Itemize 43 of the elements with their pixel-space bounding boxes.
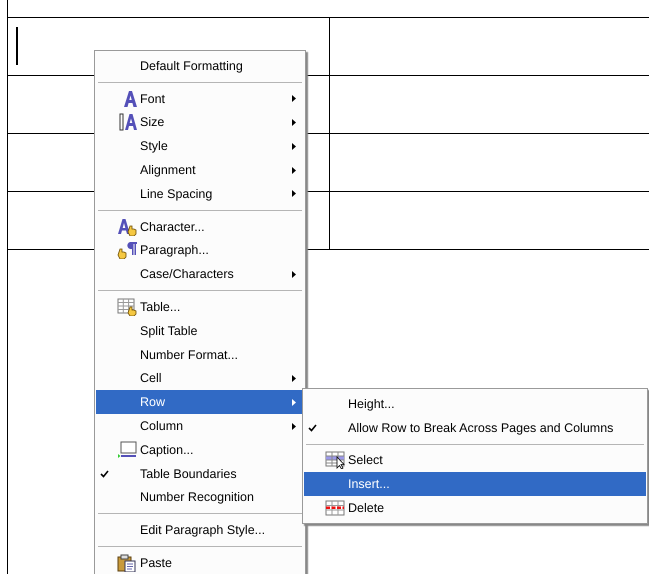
menu-item[interactable]: Number Recognition [96, 486, 304, 510]
submenu-arrow-icon [292, 118, 296, 126]
submenu-arrow-icon [292, 166, 296, 174]
menu-item[interactable]: Allow Row to Break Across Pages and Columns [304, 416, 646, 440]
menu-item[interactable]: Column [96, 414, 304, 438]
submenu-arrow-icon [292, 270, 296, 278]
menu-item[interactable]: Edit Paragraph Style... [96, 518, 304, 542]
menu-item[interactable]: Caption... [96, 438, 304, 462]
submenu-arrow-icon [292, 142, 296, 150]
menu-item[interactable]: Font [96, 86, 304, 111]
menu-item[interactable]: Alignment [96, 158, 304, 182]
table-select-icon [325, 451, 347, 470]
menu-item[interactable]: Default Formatting [96, 54, 304, 78]
text-cursor [16, 27, 18, 65]
menu-item[interactable]: Size [96, 110, 304, 134]
letter-a-icon [121, 90, 139, 108]
menu-item[interactable]: Insert... [304, 472, 646, 496]
menu-item[interactable]: Line Spacing [96, 182, 304, 206]
menu-item[interactable]: Split Table [96, 318, 304, 343]
submenu-arrow-icon [292, 422, 296, 430]
menu-item[interactable]: Table Boundaries [96, 462, 304, 486]
menu-item[interactable]: Row [96, 390, 304, 414]
menu-item[interactable]: Cell [96, 366, 304, 390]
submenu-arrow-icon [292, 190, 296, 198]
menu-item[interactable]: Height... [304, 392, 646, 416]
menu-item[interactable]: Paste [96, 551, 304, 574]
menu-item[interactable]: Table... [96, 295, 304, 319]
menu-item[interactable]: Paragraph... [96, 238, 304, 262]
font-size-icon [119, 113, 139, 132]
caption-icon [117, 440, 139, 459]
menu-item[interactable]: Style [96, 134, 304, 158]
menu-item[interactable]: Character... [96, 214, 304, 239]
menu-item[interactable]: Delete [304, 496, 646, 520]
submenu-arrow-icon [292, 95, 296, 102]
submenu-arrow-icon [292, 374, 296, 382]
submenu-arrow-icon [292, 398, 296, 406]
menu-item[interactable]: Case/Characters [96, 262, 304, 286]
character-icon [117, 218, 139, 236]
table-delete-row-icon [325, 499, 347, 518]
menu-item[interactable]: Number Format... [96, 342, 304, 367]
table-icon [117, 298, 139, 316]
paragraph-icon [117, 241, 139, 260]
menu-item[interactable]: Select [304, 448, 646, 472]
